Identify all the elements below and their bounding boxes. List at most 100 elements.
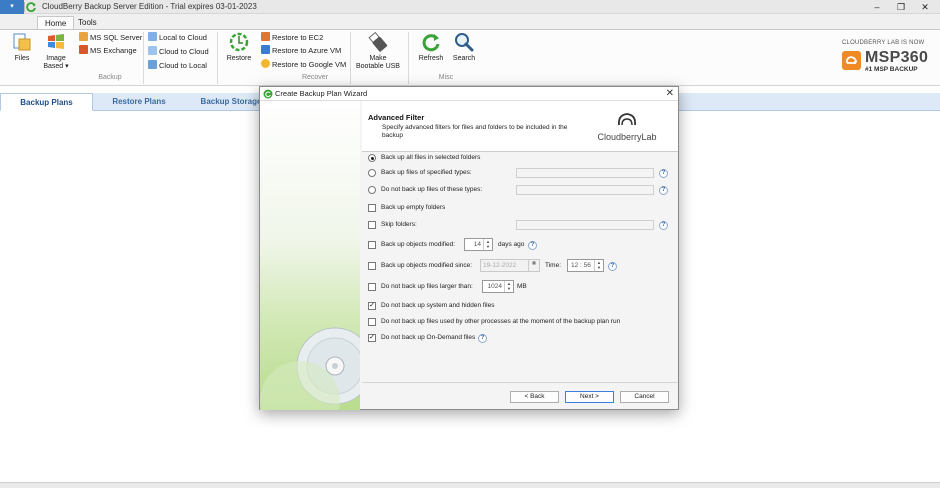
search-icon — [455, 33, 474, 52]
restore-to-azure-button[interactable]: Restore to Azure VM — [261, 45, 341, 57]
cloudberry-logo: CloudberryLab — [592, 107, 662, 147]
checkbox-checked[interactable]: ✓ — [368, 334, 376, 342]
image-label-line2: Based — [43, 63, 64, 70]
checkbox[interactable] — [368, 283, 376, 291]
step-description: Specify advanced filters for files and f… — [382, 124, 568, 139]
group-label-misc: Misc — [438, 74, 454, 81]
mb-label: MB — [517, 283, 527, 290]
size-stepper[interactable]: 1024 ▲ ▼ — [482, 280, 514, 293]
radio-button[interactable] — [368, 169, 376, 177]
checkbox[interactable] — [368, 262, 376, 270]
checkbox[interactable] — [368, 318, 376, 326]
stepper-arrows-icon[interactable]: ▲ ▼ — [483, 239, 492, 250]
make-label-line1: Make — [369, 55, 387, 62]
group-label-recover: Recover — [301, 74, 329, 81]
local-to-cloud-button[interactable]: Local to Cloud — [148, 32, 207, 44]
help-icon[interactable]: ? — [528, 241, 537, 250]
title-bar: ▾ CloudBerry Backup Server Edition - Tri… — [0, 0, 940, 14]
group-label-backup: Backup — [98, 74, 122, 81]
option-label: Back up files of specified types: — [381, 169, 472, 176]
make-bootable-usb-button[interactable]: Make Bootable USB — [354, 31, 402, 71]
option-label: Do not back up files used by other proce… — [381, 318, 621, 325]
help-icon[interactable]: ? — [659, 186, 668, 195]
tab-home[interactable]: Home — [37, 16, 75, 29]
wizard-footer: < Back Next > Cancel — [362, 382, 678, 410]
excluded-types-input[interactable] — [516, 185, 654, 195]
cloud-to-local-button[interactable]: Cloud to Local — [148, 60, 207, 72]
restore-button[interactable]: Restore — [224, 31, 254, 63]
checkbox[interactable] — [368, 221, 376, 229]
image-label-line1: Image — [46, 55, 66, 62]
option-label: Do not back up files larger than: — [381, 283, 473, 290]
brand-subtitle: #1 MSP BACKUP — [865, 66, 918, 73]
wizard-side-graphic — [260, 101, 360, 410]
help-icon[interactable]: ? — [478, 334, 487, 343]
cloud-upload-icon — [148, 32, 157, 41]
time-label: Time: — [545, 262, 562, 269]
option-label: Back up objects modified since: — [381, 262, 473, 269]
since-date-picker[interactable]: 19-12-2022 ▦ — [480, 259, 540, 272]
help-icon[interactable]: ? — [659, 169, 668, 178]
ribbon-tabs: Home Tools — [0, 14, 940, 29]
local-to-cloud-label: Local to Cloud — [159, 33, 207, 42]
ms-sql-server-button[interactable]: MS SQL Server — [79, 32, 142, 44]
dialog-title: Create Backup Plan Wizard — [275, 89, 368, 98]
ribbon-separator — [350, 32, 351, 84]
cloud-icon — [148, 46, 157, 55]
create-backup-plan-dialog: Create Backup Plan Wizard ✕ Advanced Fil… — [259, 86, 679, 410]
checkbox[interactable] — [368, 241, 376, 249]
cloud-to-cloud-button[interactable]: Cloud to Cloud — [148, 46, 209, 58]
ms-exchange-button[interactable]: MS Exchange — [79, 45, 137, 57]
logo-text: CloudberryLab — [597, 132, 657, 142]
cloudberry-logo-icon — [618, 113, 636, 126]
search-label: Search — [452, 55, 476, 62]
days-value: 14 — [473, 241, 481, 248]
restore-azure-label: Restore to Azure VM — [272, 46, 342, 55]
refresh-button[interactable]: Refresh — [415, 31, 447, 63]
image-based-button[interactable]: Image Based ▾ — [40, 31, 72, 71]
restore-to-google-button[interactable]: Restore to Google VM — [261, 59, 346, 71]
app-menu-button[interactable]: ▾ — [0, 0, 24, 14]
search-button[interactable]: Search — [449, 31, 479, 63]
help-icon[interactable]: ? — [608, 262, 617, 271]
brand-top-text: CLOUDBERRY LAB IS NOW — [842, 40, 925, 46]
calendar-icon[interactable]: ▦ — [528, 260, 539, 271]
radio-button[interactable] — [368, 154, 376, 162]
files-button[interactable]: Files — [8, 31, 36, 63]
azure-icon — [261, 45, 270, 54]
dialog-close-button[interactable]: ✕ — [666, 87, 674, 101]
stepper-arrows-icon[interactable]: ▲ ▼ — [504, 281, 513, 292]
tab-backup-plans[interactable]: Backup Plans — [0, 93, 93, 111]
msp360-logo-icon — [842, 51, 861, 70]
specified-types-input[interactable] — [516, 168, 654, 178]
checkbox-checked[interactable]: ✓ — [368, 302, 376, 310]
close-window-button[interactable]: ✕ — [914, 0, 936, 14]
restore-window-button[interactable]: ❐ — [890, 0, 912, 14]
minimize-button[interactable]: – — [866, 0, 888, 14]
cancel-button[interactable]: Cancel — [620, 391, 669, 403]
cloud-to-cloud-label: Cloud to Cloud — [159, 47, 209, 56]
refresh-label: Refresh — [418, 55, 444, 62]
time-stepper[interactable]: 12 : 56 ▲ ▼ — [567, 259, 604, 272]
days-stepper[interactable]: 14 ▲ ▼ — [464, 238, 493, 251]
cloud-download-icon — [148, 60, 157, 69]
help-icon[interactable]: ? — [659, 221, 668, 230]
since-date-value: 19-12-2022 — [483, 262, 517, 269]
next-button[interactable]: Next > — [565, 391, 614, 403]
stepper-arrows-icon[interactable]: ▲ ▼ — [594, 260, 603, 271]
restore-to-ec2-button[interactable]: Restore to EC2 — [261, 32, 323, 44]
exchange-icon — [79, 45, 88, 54]
size-value: 1024 — [487, 283, 502, 290]
wizard-header: Advanced Filter Specify advanced filters… — [362, 101, 678, 152]
radio-button[interactable] — [368, 186, 376, 194]
tab-restore-plans[interactable]: Restore Plans — [93, 93, 185, 111]
option-label: Back up objects modified: — [381, 241, 456, 248]
back-button[interactable]: < Back — [510, 391, 559, 403]
tab-tools[interactable]: Tools — [71, 16, 104, 29]
ms-exchange-label: MS Exchange — [90, 46, 137, 55]
files-icon — [13, 33, 31, 51]
checkbox[interactable] — [368, 204, 376, 212]
skip-folders-input[interactable] — [516, 220, 654, 230]
refresh-icon[interactable] — [25, 1, 37, 13]
brand-banner[interactable]: CLOUDBERRY LAB IS NOW MSP360 #1 MSP BACK… — [842, 40, 934, 80]
